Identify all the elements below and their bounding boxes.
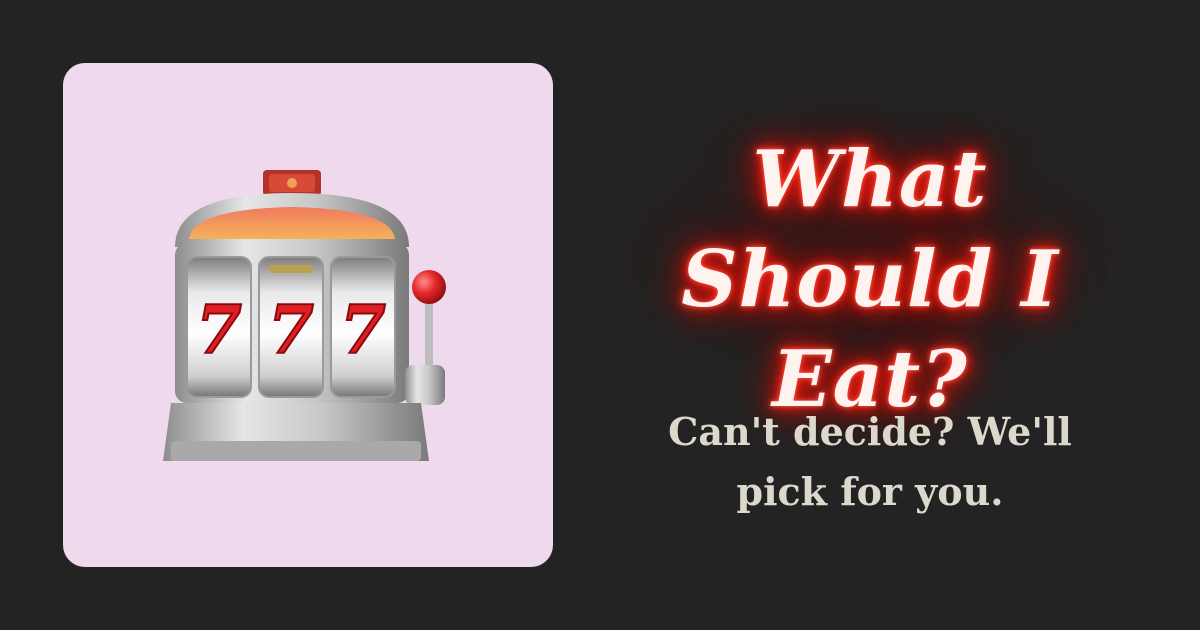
illustration-card: 7 7 7 — [63, 63, 553, 567]
svg-text:7: 7 — [340, 291, 386, 369]
svg-text:7: 7 — [196, 291, 242, 369]
tagline: Can't decide? We'll pick for you. — [668, 409, 1072, 514]
svg-text:7: 7 — [268, 291, 314, 369]
page-title: What Should I Eat? — [681, 134, 1059, 425]
slot-machine-777-icon: 7 7 7 — [163, 170, 446, 461]
